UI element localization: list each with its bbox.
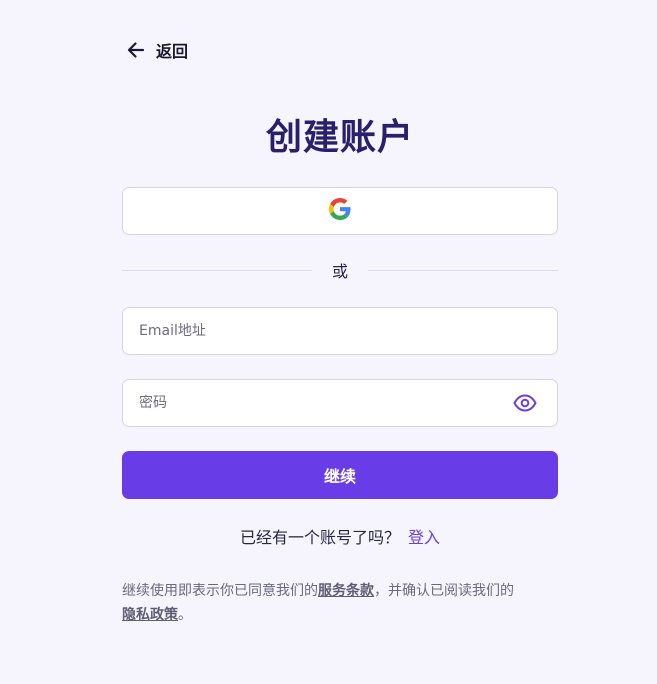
or-divider: 或 xyxy=(122,258,559,282)
or-label: 或 xyxy=(332,262,349,281)
password-field-container xyxy=(122,379,558,427)
terms-middle: ，并确认已阅读我们的 xyxy=(374,583,514,599)
eye-icon[interactable] xyxy=(512,390,538,416)
terms-prefix: 继续使用即表示你已同意我们的 xyxy=(122,583,318,599)
back-label: 返回 xyxy=(156,42,189,61)
email-input[interactable] xyxy=(123,308,557,354)
divider-line-left xyxy=(122,269,312,271)
back-button[interactable]: 返回 xyxy=(126,38,188,62)
divider-line-right xyxy=(368,269,559,271)
signin-row: 已经有一个账号了吗？ 登入 xyxy=(0,524,657,548)
terms-text: 继续使用即表示你已同意我们的服务条款，并确认已阅读我们的隐私政策。 xyxy=(122,579,562,627)
google-icon xyxy=(329,198,351,224)
email-field-container xyxy=(122,307,558,355)
continue-button[interactable]: 继续 xyxy=(122,451,558,499)
terms-suffix: 。 xyxy=(178,607,192,623)
terms-of-service-link[interactable]: 服务条款 xyxy=(318,583,374,599)
page-title: 创建账户 xyxy=(265,117,414,158)
arrow-left-icon xyxy=(126,40,146,60)
privacy-policy-link[interactable]: 隐私政策 xyxy=(122,607,178,623)
signin-prompt: 已经有一个账号了吗？ xyxy=(239,528,400,547)
google-signin-button[interactable] xyxy=(122,187,558,235)
signin-link[interactable]: 登入 xyxy=(408,528,440,547)
password-input[interactable] xyxy=(123,380,512,426)
